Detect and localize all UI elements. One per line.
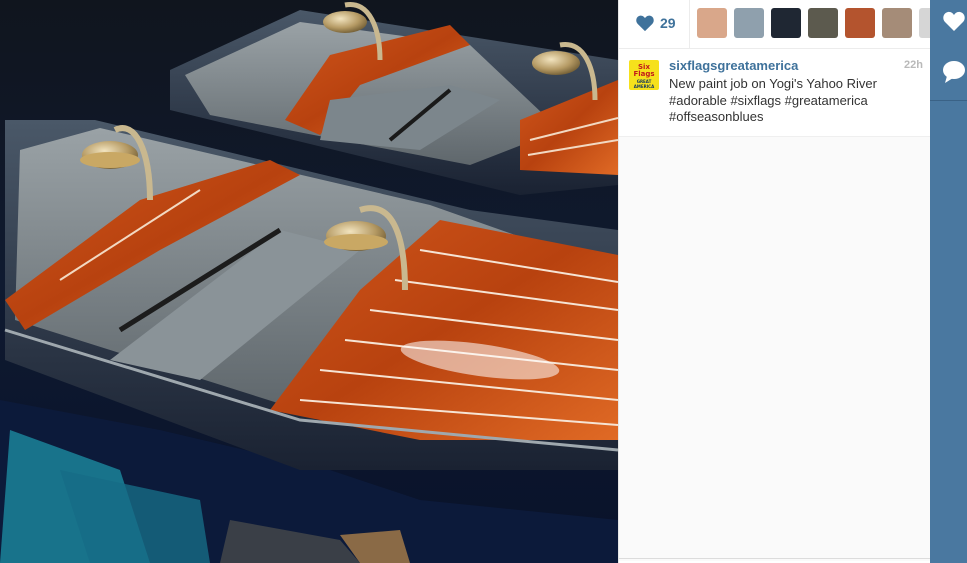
post-photo[interactable]	[0, 0, 618, 563]
liker-avatar[interactable]	[882, 8, 912, 38]
caption-text: New paint job on Yogi's Yahoo River #ado…	[669, 76, 919, 126]
caption-body: New paint job on Yogi's Yahoo River	[669, 76, 877, 91]
liker-avatar[interactable]	[808, 8, 838, 38]
hashtag[interactable]: #greatamerica	[785, 93, 868, 108]
avatar-subtitle: GREAT AMERICA	[633, 79, 655, 89]
author-username[interactable]: sixflagsgreatamerica	[669, 58, 798, 73]
avatar-line: Flags	[633, 70, 655, 78]
comments-area	[619, 136, 931, 561]
liker-avatar[interactable]	[734, 8, 764, 38]
like-button[interactable]: 29	[619, 0, 690, 48]
right-rail	[930, 0, 967, 563]
likers-list	[697, 8, 931, 38]
hashtag[interactable]: #adorable	[669, 93, 727, 108]
boats-photo	[0, 0, 618, 563]
heart-icon	[636, 15, 654, 32]
hashtag[interactable]: #sixflags	[730, 93, 781, 108]
hashtag[interactable]: #offseasonblues	[669, 109, 763, 124]
divider	[930, 100, 967, 101]
likes-row: 29	[619, 0, 931, 49]
post-details-panel: 29 Six Flags GREAT AMERICA sixflagsgreata…	[618, 0, 931, 563]
comment-icon[interactable]	[942, 60, 966, 84]
liker-avatar[interactable]	[845, 8, 875, 38]
liker-avatar[interactable]	[771, 8, 801, 38]
heart-icon[interactable]	[942, 10, 966, 32]
divider	[619, 558, 931, 559]
like-count: 29	[660, 15, 676, 31]
post-timestamp: 22h	[904, 59, 923, 71]
author-avatar[interactable]: Six Flags GREAT AMERICA	[629, 60, 659, 90]
liker-avatar[interactable]	[697, 8, 727, 38]
